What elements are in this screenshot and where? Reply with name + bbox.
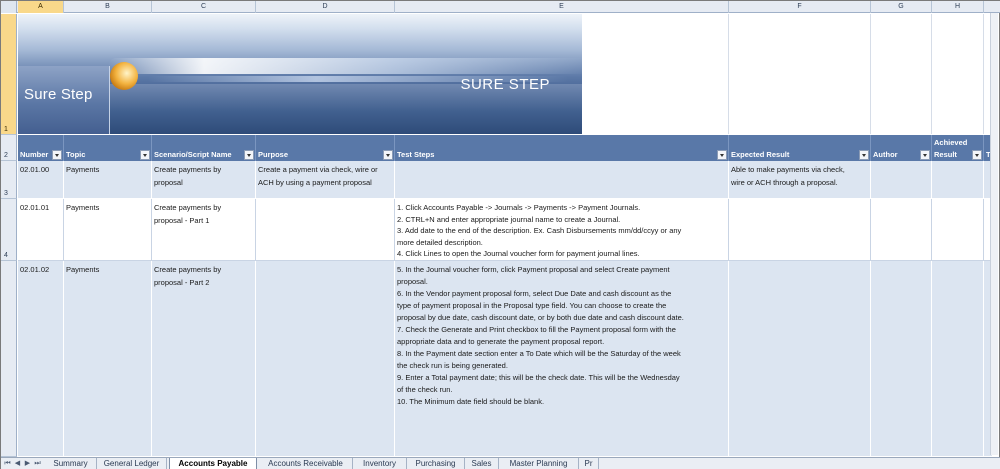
row-header-2[interactable]: 2	[1, 135, 17, 161]
column-header-g[interactable]: G	[871, 1, 932, 13]
cell-achieved-result[interactable]	[932, 261, 984, 456]
cell-topic[interactable]: Payments	[64, 261, 152, 456]
banner-light-streak	[108, 58, 582, 74]
filter-dropdown-icon[interactable]	[717, 150, 727, 160]
cell-expected-result[interactable]: Able to make payments via check, wire or…	[729, 161, 871, 198]
prev-sheet-icon[interactable]: ◀	[13, 459, 22, 469]
banner-logo-text: Sure Step	[24, 86, 93, 103]
cell-scenario[interactable]: Create payments by proposal - Part 1	[152, 199, 256, 260]
cell-purpose[interactable]: Create a payment via check, wire or ACH …	[256, 161, 395, 198]
last-sheet-icon[interactable]: ⏭	[33, 459, 42, 469]
spreadsheet-window: A B C D E F G H 1 2 3 4 Sure Step SURE S…	[0, 0, 1000, 469]
cell-scenario[interactable]: Create payments by proposal	[152, 161, 256, 198]
empty-cell-e1[interactable]	[582, 14, 729, 134]
table-header-row: Number Topic Scenario/Script Name Purpos…	[18, 135, 992, 161]
filter-dropdown-icon[interactable]	[920, 150, 930, 160]
empty-cell-f1[interactable]	[729, 14, 871, 134]
tab-sales[interactable]: Sales	[465, 458, 499, 469]
tab-accounts-payable[interactable]: Accounts Payable	[169, 458, 257, 469]
header-purpose: Purpose	[256, 135, 395, 161]
cell-author[interactable]	[871, 161, 932, 198]
first-sheet-icon[interactable]: ⏮	[3, 459, 12, 469]
cell-achieved-result[interactable]	[932, 199, 984, 260]
cell-scenario[interactable]: Create payments by proposal - Part 2	[152, 261, 256, 456]
banner-title: SURE STEP	[460, 76, 550, 93]
cell-author[interactable]	[871, 199, 932, 260]
column-header-d[interactable]: D	[256, 1, 395, 13]
column-header-bar: A B C D E F G H	[1, 1, 1000, 13]
filter-dropdown-icon[interactable]	[383, 150, 393, 160]
empty-cell-g1[interactable]	[871, 14, 932, 134]
filter-dropdown-icon[interactable]	[52, 150, 62, 160]
table-row: 02.01.02 Payments Create payments by pro…	[18, 261, 992, 457]
filter-dropdown-icon[interactable]	[972, 150, 982, 160]
cell-expected-result[interactable]	[729, 261, 871, 456]
cell-purpose[interactable]	[256, 261, 395, 456]
empty-cell-h1[interactable]	[932, 14, 984, 134]
header-test-steps: Test Steps	[395, 135, 729, 161]
cell-number[interactable]: 02.01.02	[18, 261, 64, 456]
sure-step-banner: Sure Step SURE STEP	[18, 14, 582, 134]
cell-topic[interactable]: Payments	[64, 161, 152, 198]
vertical-scrollbar[interactable]	[990, 13, 998, 455]
tab-general-ledger[interactable]: General Ledger	[97, 458, 167, 469]
header-number: Number	[18, 135, 64, 161]
column-header-f[interactable]: F	[729, 1, 871, 13]
tab-truncated[interactable]: Pr	[579, 458, 599, 469]
cell-test-steps[interactable]	[395, 161, 729, 198]
filter-dropdown-icon[interactable]	[859, 150, 869, 160]
cell-author[interactable]	[871, 261, 932, 456]
row-header-5[interactable]	[1, 261, 17, 457]
table-row: 02.01.01 Payments Create payments by pro…	[18, 199, 992, 261]
column-header-c[interactable]: C	[152, 1, 256, 13]
sheet-tab-bar: ⏮ ◀ ▶ ⏭ Summary General Ledger Accounts …	[1, 457, 1000, 469]
cell-topic[interactable]: Payments	[64, 199, 152, 260]
row-header-3[interactable]: 3	[1, 161, 17, 199]
column-header-h[interactable]: H	[932, 1, 984, 13]
cell-purpose[interactable]	[256, 199, 395, 260]
header-scenario: Scenario/Script Name	[152, 135, 256, 161]
cell-number[interactable]: 02.01.01	[18, 199, 64, 260]
header-author: Author	[871, 135, 932, 161]
filter-dropdown-icon[interactable]	[244, 150, 254, 160]
cell-test-steps[interactable]: 5. In the Journal voucher form, click Pa…	[395, 261, 729, 456]
filter-dropdown-icon[interactable]	[140, 150, 150, 160]
select-all-corner[interactable]	[1, 1, 17, 13]
tab-accounts-receivable[interactable]: Accounts Receivable	[259, 458, 353, 469]
cell-test-steps[interactable]: 1. Click Accounts Payable -> Journals ->…	[395, 199, 729, 260]
tab-purchasing[interactable]: Purchasing	[407, 458, 465, 469]
header-topic: Topic	[64, 135, 152, 161]
column-header-e[interactable]: E	[395, 1, 729, 13]
cell-achieved-result[interactable]	[932, 161, 984, 198]
next-sheet-icon[interactable]: ▶	[23, 459, 32, 469]
cell-number[interactable]: 02.01.00	[18, 161, 64, 198]
cell-expected-result[interactable]	[729, 199, 871, 260]
row-header-1[interactable]: 1	[1, 14, 17, 135]
column-header-b[interactable]: B	[64, 1, 152, 13]
table-row: 02.01.00 Payments Create payments by pro…	[18, 161, 992, 199]
header-achieved-result: Achieved Result	[932, 135, 984, 161]
row-header-4[interactable]: 4	[1, 199, 17, 261]
tab-master-planning[interactable]: Master Planning	[499, 458, 579, 469]
header-expected-result: Expected Result	[729, 135, 871, 161]
banner-orb-icon	[110, 62, 138, 90]
tab-summary[interactable]: Summary	[45, 458, 97, 469]
column-header-a[interactable]: A	[18, 1, 64, 13]
tab-inventory[interactable]: Inventory	[353, 458, 407, 469]
